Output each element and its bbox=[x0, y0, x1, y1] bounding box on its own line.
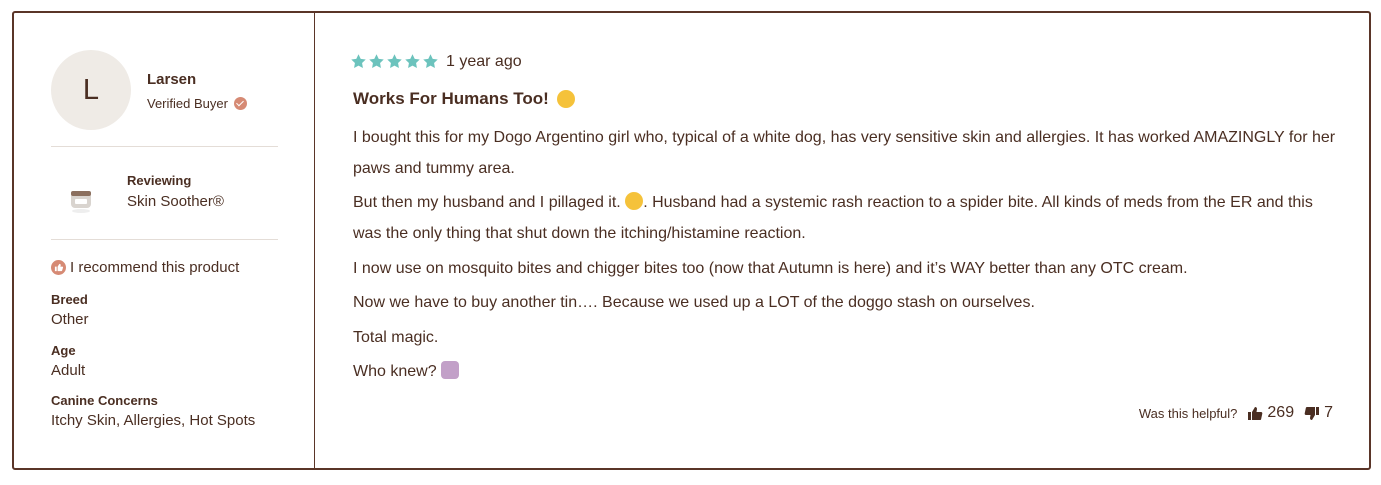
review-content: 1 year ago Works For Humans Too! I bough… bbox=[316, 13, 1369, 468]
avatar: L bbox=[51, 50, 131, 130]
review-sidebar: L Larsen Verified Buyer Reviewing Skin S… bbox=[14, 13, 315, 468]
review-paragraph: Who knew? bbox=[353, 356, 1338, 387]
check-badge-icon bbox=[233, 97, 247, 110]
shrug-emoji-icon bbox=[441, 361, 460, 379]
divider bbox=[51, 146, 278, 147]
star-icon bbox=[369, 54, 384, 68]
downvote-button[interactable]: 7 bbox=[1304, 404, 1333, 422]
product-tin-icon bbox=[71, 191, 91, 213]
helpful-votes: Was this helpful? 269 7 bbox=[1139, 404, 1333, 422]
downvote-count: 7 bbox=[1324, 404, 1333, 421]
review-card: L Larsen Verified Buyer Reviewing Skin S… bbox=[12, 11, 1371, 470]
review-title-text: Works For Humans Too! bbox=[353, 89, 549, 108]
attr-label-concerns: Canine Concerns bbox=[51, 393, 158, 408]
thumbs-up-icon bbox=[1248, 406, 1263, 420]
review-paragraph-part: Who knew? bbox=[353, 363, 437, 380]
review-paragraph: Now we have to buy another tin…. Because… bbox=[353, 294, 1035, 311]
verified-buyer-badge: Verified Buyer bbox=[147, 96, 247, 111]
review-paragraph: Total magic. bbox=[353, 329, 439, 346]
zany-face-emoji-icon bbox=[556, 90, 575, 108]
star-icon bbox=[423, 54, 438, 68]
attr-value-age: Adult bbox=[51, 362, 86, 379]
reviewer-name: Larsen bbox=[147, 71, 197, 88]
thumbs-down-icon bbox=[1304, 406, 1320, 420]
upvote-button[interactable]: 269 bbox=[1247, 404, 1294, 422]
star-rating bbox=[350, 53, 439, 70]
verified-buyer-label: Verified Buyer bbox=[147, 96, 228, 111]
attr-label-breed: Breed bbox=[51, 292, 88, 307]
divider bbox=[51, 239, 278, 240]
review-title: Works For Humans Too! bbox=[353, 89, 575, 109]
star-icon bbox=[351, 54, 366, 68]
attr-value-concerns: Itchy Skin, Allergies, Hot Spots bbox=[51, 412, 256, 429]
attr-value-breed: Other bbox=[51, 311, 89, 328]
review-paragraph-part: But then my husband and I pillaged it. bbox=[353, 194, 621, 211]
reviewed-product-name[interactable]: Skin Soother® bbox=[127, 193, 224, 210]
tears-of-joy-emoji-icon bbox=[625, 192, 644, 210]
attr-label-age: Age bbox=[51, 343, 76, 358]
review-paragraph: I now use on mosquito bites and chigger … bbox=[353, 260, 1188, 277]
recommend-text: I recommend this product bbox=[70, 259, 240, 276]
upvote-count: 269 bbox=[1267, 404, 1295, 421]
star-icon bbox=[405, 54, 420, 68]
review-paragraph: But then my husband and I pillaged it. .… bbox=[353, 187, 1338, 249]
helpful-label: Was this helpful? bbox=[1138, 405, 1238, 421]
review-paragraph: I bought this for my Dogo Argentino girl… bbox=[353, 129, 1336, 177]
recommend-indicator: I recommend this product bbox=[51, 259, 239, 276]
reviewing-label: Reviewing bbox=[127, 173, 192, 188]
thumbs-up-badge-icon bbox=[51, 260, 66, 275]
star-icon bbox=[387, 54, 402, 68]
review-date: 1 year ago bbox=[446, 53, 522, 70]
